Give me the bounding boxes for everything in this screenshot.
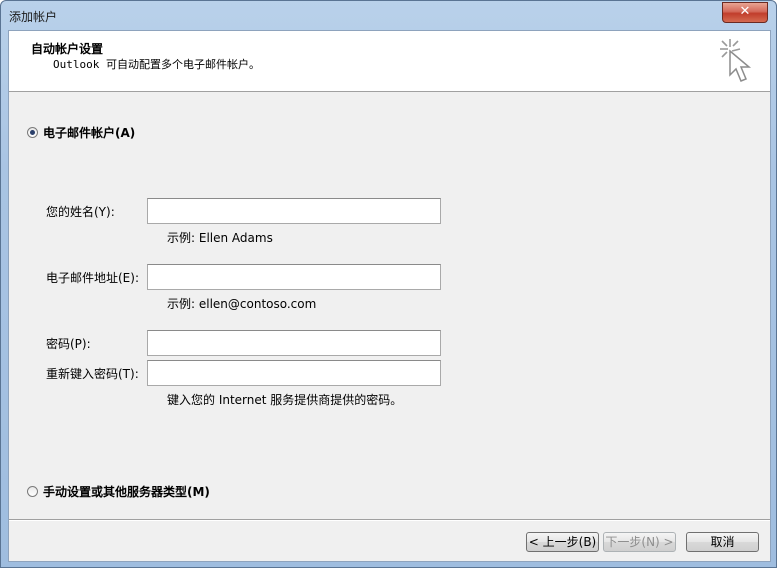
radio-unselected-icon <box>27 486 38 497</box>
wizard-header: 自动帐户设置 Outlook 可自动配置多个电子邮件帐户。 <box>9 31 770 92</box>
page-title: 自动帐户设置 <box>31 42 104 56</box>
window-title: 添加帐户 <box>9 10 58 24</box>
manual-setup-label: 手动设置或其他服务器类型(M) <box>43 485 210 499</box>
add-account-dialog: 添加帐户 ✕ 自动帐户设置 Outlook 可自动配置多个电子邮件帐户。 电子邮… <box>0 0 777 568</box>
email-label: 电子邮件地址(E): <box>46 271 139 285</box>
next-button[interactable]: 下一步(N) > <box>603 532 676 552</box>
close-button[interactable]: ✕ <box>722 2 768 23</box>
password-label: 密码(P): <box>46 337 91 351</box>
dialog-content: 自动帐户设置 Outlook 可自动配置多个电子邮件帐户。 电子邮件帐户(A) … <box>8 30 771 562</box>
name-input[interactable] <box>147 198 441 224</box>
page-subtitle: Outlook 可自动配置多个电子邮件帐户。 <box>53 58 260 71</box>
email-input[interactable] <box>147 264 441 290</box>
name-hint: 示例: Ellen Adams <box>167 231 273 245</box>
title-bar[interactable]: 添加帐户 ✕ <box>1 1 776 31</box>
password-input[interactable] <box>147 330 441 356</box>
footer-divider <box>9 519 770 521</box>
cursor-sparkle-icon <box>720 39 752 82</box>
email-account-radio[interactable]: 电子邮件帐户(A) <box>27 124 135 141</box>
back-button[interactable]: < 上一步(B) <box>526 532 599 552</box>
retype-password-input[interactable] <box>147 360 441 386</box>
manual-setup-radio[interactable]: 手动设置或其他服务器类型(M) <box>27 483 210 500</box>
cancel-button[interactable]: 取消 <box>686 532 759 552</box>
password-hint: 键入您的 Internet 服务提供商提供的密码。 <box>167 393 403 407</box>
email-account-label: 电子邮件帐户(A) <box>43 126 136 140</box>
radio-selected-icon <box>27 127 38 138</box>
name-label: 您的姓名(Y): <box>46 205 115 219</box>
email-hint: 示例: ellen@contoso.com <box>167 297 317 311</box>
retype-password-label: 重新键入密码(T): <box>46 367 139 381</box>
